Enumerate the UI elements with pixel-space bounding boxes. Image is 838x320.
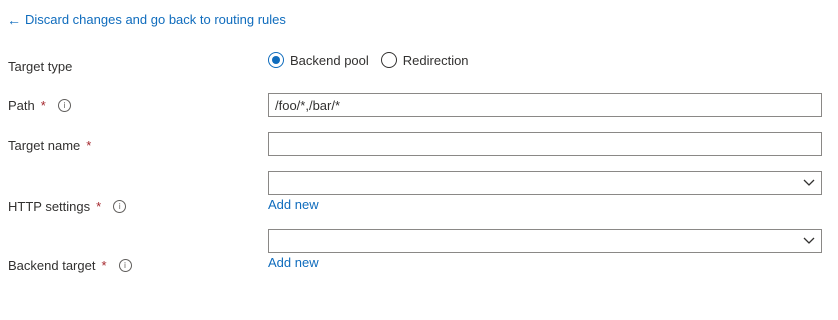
back-link-label: Discard changes and go back to routing r… (25, 12, 286, 27)
backend-target-label: Backend target * i (8, 258, 132, 273)
target-type-label: Target type (8, 59, 72, 74)
info-icon[interactable]: i (118, 259, 132, 272)
http-settings-add-new-link[interactable]: Add new (268, 197, 319, 212)
radio-redirection-label: Redirection (402, 52, 469, 68)
info-icon[interactable]: i (113, 200, 127, 213)
http-settings-required-mark: * (96, 199, 102, 214)
chevron-down-icon (803, 179, 815, 186)
back-link[interactable]: ← Discard changes and go back to routing… (7, 12, 286, 27)
arrow-left-icon: ← (7, 11, 21, 28)
radio-backend-pool[interactable]: Backend pool (268, 52, 369, 68)
http-settings-dropdown[interactable] (268, 171, 822, 195)
path-label-text: Path (8, 98, 35, 113)
path-required-mark: * (40, 98, 46, 113)
http-settings-label: HTTP settings * i (8, 199, 127, 214)
path-label: Path * i (8, 98, 71, 113)
target-name-required-mark: * (86, 138, 92, 153)
backend-target-required-mark: * (101, 258, 107, 273)
radio-redirection[interactable]: Redirection (380, 52, 469, 68)
target-type-radio-group: Backend pool Redirection (268, 52, 469, 68)
chevron-down-icon (803, 237, 815, 244)
backend-target-dropdown[interactable] (268, 229, 822, 253)
backend-target-add-new-link[interactable]: Add new (268, 255, 319, 270)
target-type-label-text: Target type (8, 59, 73, 74)
target-name-label-text: Target name (8, 138, 81, 153)
radio-redirection-circle[interactable] (380, 52, 397, 68)
path-field[interactable] (268, 93, 822, 117)
target-name-input[interactable] (275, 133, 815, 155)
info-icon[interactable]: i (57, 99, 71, 112)
radio-backend-pool-label: Backend pool (290, 52, 369, 68)
target-name-field[interactable] (268, 132, 822, 156)
path-input[interactable] (275, 94, 815, 116)
backend-target-label-text: Backend target (8, 258, 96, 273)
target-name-label: Target name * (8, 138, 91, 153)
radio-backend-pool-circle[interactable] (268, 52, 284, 68)
http-settings-label-text: HTTP settings (8, 199, 91, 214)
